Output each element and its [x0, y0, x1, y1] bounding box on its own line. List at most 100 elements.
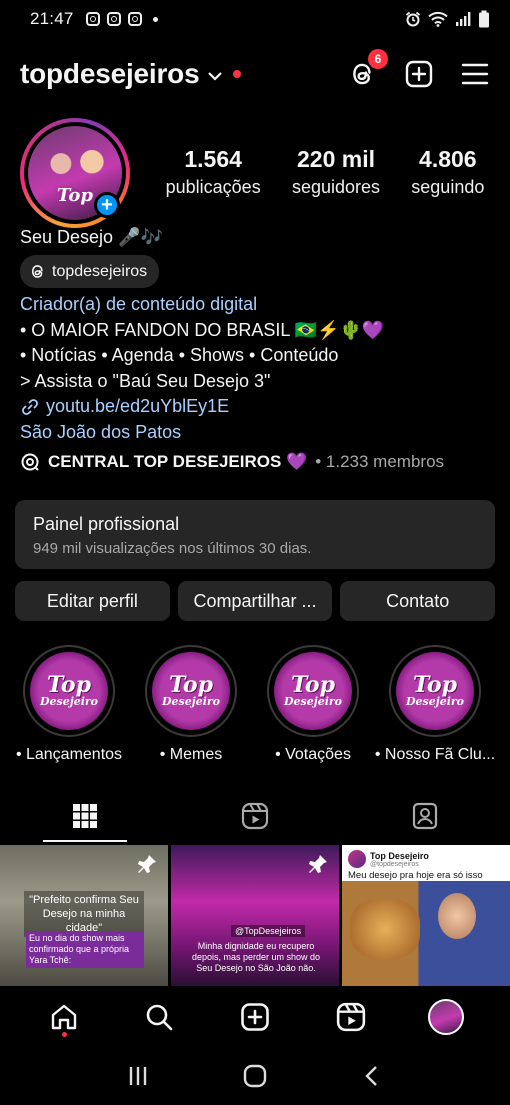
post-thumbnail[interactable]: Top Desejeiro @topdesejeiros Meu desejo … [342, 845, 510, 986]
system-icons [405, 10, 490, 28]
nav-reels[interactable] [331, 997, 371, 1037]
tab-reels[interactable] [170, 790, 340, 842]
share-profile-button[interactable]: Compartilhar ... [177, 581, 333, 621]
nav-create[interactable] [235, 997, 275, 1037]
nav-search[interactable] [139, 997, 179, 1037]
home-button-icon[interactable] [242, 1063, 268, 1089]
reels-icon [241, 802, 269, 830]
highlight-item[interactable]: Top Desejeiro • Votações [252, 645, 374, 764]
post-caption: Minha dignidade eu recupero depois, mas … [191, 941, 321, 973]
profile-bio: Seu Desejo 🎤🎶 topdesejeiros Criador(a) d… [20, 225, 500, 445]
create-post-button[interactable] [404, 59, 434, 89]
status-bar: 21:47 [0, 0, 510, 38]
post-tag: @TopDesejeiros [231, 925, 306, 937]
system-navigation [0, 1047, 510, 1105]
highlight-label: • Lançamentos [15, 746, 123, 763]
stat-value: 220 mil [296, 146, 375, 172]
threads-profile-chip[interactable]: topdesejeiros [20, 254, 160, 288]
chevron-down-icon[interactable] [207, 70, 223, 82]
profile-tabs [0, 790, 510, 842]
grid-icon [73, 804, 97, 828]
highlight-label: • Memes [159, 746, 223, 763]
add-story-button[interactable]: + [94, 192, 120, 218]
edit-profile-button[interactable]: Editar perfil [15, 581, 170, 621]
reels-icon [336, 1002, 365, 1032]
display-name: Seu Desejo 🎤🎶 [20, 227, 163, 247]
bio-line: • O MAIOR FANDON DO BRASIL 🇧🇷⚡🌵💜 [20, 319, 385, 340]
profile-stats: 1.564 publicações 220 mil seguidores 4.8… [150, 146, 500, 198]
link-icon [22, 398, 38, 415]
stat-label: seguidores [291, 177, 381, 197]
threads-icon [31, 264, 43, 278]
pin-icon [309, 855, 327, 873]
alarm-icon [405, 11, 421, 27]
profile-category: Criador(a) de conteúdo digital [20, 294, 258, 314]
menu-button[interactable] [460, 59, 490, 89]
professional-dashboard[interactable]: Painel profissional 949 mil visualizaçõe… [15, 500, 495, 569]
tab-tagged[interactable] [340, 790, 510, 842]
pin-icon [138, 855, 156, 873]
profile-actions: Editar perfil Compartilhar ... Contato [15, 581, 496, 621]
threads-button[interactable]: 6 [348, 49, 388, 89]
bio-link[interactable]: youtu.be/ed2uYblEy1E [20, 394, 500, 420]
profile-summary: Top + 1.564 publicações 220 mil seguidor… [20, 118, 500, 228]
stat-followers[interactable]: 220 mil seguidores [292, 146, 380, 198]
profile-avatar [428, 999, 465, 1035]
channel-members: • 1.233 membros [315, 452, 445, 471]
notification-dot [233, 70, 242, 78]
stat-label: publicações [165, 177, 261, 197]
highlight-label: • Votações [275, 746, 351, 763]
notification-icons [85, 12, 158, 26]
create-icon [241, 1003, 269, 1031]
home-icon [51, 1004, 76, 1030]
tweet-author: Top Desejeiro [370, 850, 429, 861]
highlight-item[interactable]: Top Desejeiro • Nosso Fã Clu... [374, 645, 496, 764]
stat-label: seguindo [411, 177, 485, 197]
stat-following[interactable]: 4.806 seguindo [411, 146, 484, 198]
tab-posts-grid[interactable] [0, 790, 170, 842]
avatar-logo-text: Top [57, 185, 93, 206]
highlight-item[interactable]: Top Desejeiro • Memes [130, 645, 252, 764]
bio-line: > Assista o "Baú Seu Desejo 3" [20, 370, 271, 391]
post-thumbnail[interactable]: "Prefeito confirma Seu Desejo na minha c… [0, 845, 168, 986]
panel-subtitle: 949 mil visualizações nos últimos 30 dia… [33, 540, 312, 557]
highlight-item[interactable]: Top Desejeiro • Lançamentos [8, 645, 130, 764]
broadcast-channel[interactable]: CENTRAL TOP DESEJEIROS 💜 • 1.233 membros [20, 452, 444, 472]
instagram-icon [85, 12, 100, 26]
threads-handle: topdesejeiros [52, 262, 148, 280]
back-icon[interactable] [360, 1064, 384, 1088]
search-icon [147, 1004, 173, 1031]
tweet-avatar [348, 850, 366, 868]
notification-dot [61, 1032, 67, 1037]
profile-location[interactable]: São João dos Patos [20, 420, 500, 446]
post-photo [342, 881, 510, 986]
clock: 21:47 [30, 9, 74, 28]
wifi-icon [428, 11, 448, 27]
highlight-cover: Top Desejeiro [396, 652, 474, 730]
channel-name: CENTRAL TOP DESEJEIROS 💜 [48, 452, 308, 471]
bio-line: • Notícias • Agenda • Shows • Conteúdo [20, 345, 339, 365]
tweet-handle: @topdesejeiros [370, 860, 419, 868]
post-thumbnail[interactable]: @TopDesejeiros Minha dignidade eu recupe… [171, 845, 339, 986]
nav-home[interactable] [44, 997, 84, 1037]
story-highlights: Top Desejeiro • Lançamentos Top Desejeiro … [0, 645, 510, 764]
highlight-cover: Top Desejeiro [30, 652, 108, 730]
contact-button[interactable]: Contato [340, 581, 496, 621]
signal-icon [456, 12, 471, 26]
highlight-cover: Top Desejeiro [274, 652, 352, 730]
panel-title: Painel profissional [33, 514, 180, 534]
more-notifications-dot [152, 16, 158, 22]
nav-profile[interactable] [426, 997, 466, 1037]
account-switcher-username[interactable]: topdesejeiros [20, 58, 200, 90]
recent-apps-icon[interactable] [126, 1064, 150, 1088]
stat-value: 1.564 [184, 146, 242, 172]
stat-value: 4.806 [419, 146, 477, 172]
threads-badge: 6 [368, 49, 388, 69]
stat-posts[interactable]: 1.564 publicações [166, 146, 261, 198]
broadcast-channel-icon [21, 453, 39, 471]
plus-square-icon [405, 60, 433, 88]
instagram-icon [127, 12, 142, 26]
profile-header: topdesejeiros 6 [0, 49, 510, 98]
tagged-icon [412, 802, 438, 830]
bio-link-url[interactable]: youtu.be/ed2uYblEy1E [46, 394, 229, 420]
